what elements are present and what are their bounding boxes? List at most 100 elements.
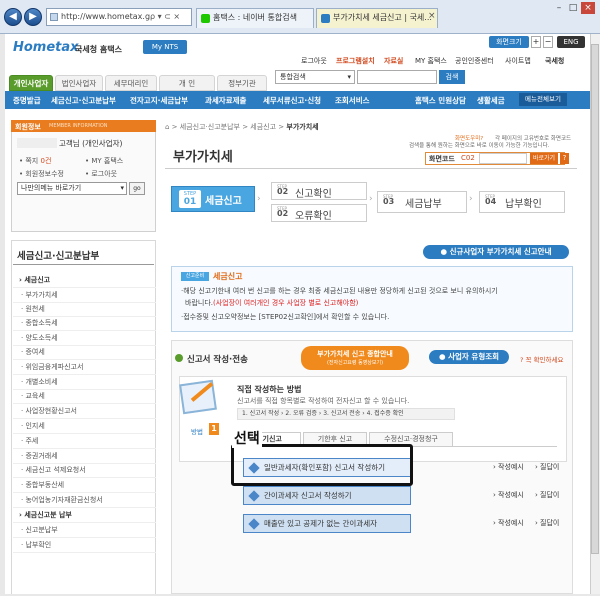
sales-only-simple-taxpayer-button[interactable]: 매출만 있고 공제가 없는 간이과세자 xyxy=(243,514,411,533)
sidebar-item[interactable]: › 세금신고분 납부 xyxy=(19,510,72,520)
qna-link[interactable]: › 질답이 xyxy=(535,490,559,500)
new-business-guide-button[interactable]: ● 신규사업자 부가가치세 신고안내 xyxy=(423,245,569,259)
member-edit-link[interactable]: • 회원정보수정 xyxy=(19,169,64,179)
nav-tax-application[interactable]: 세무서류신고·신청 xyxy=(263,95,321,106)
selection-highlight-box xyxy=(231,444,413,486)
sidebar-item[interactable]: · 사업장현황신고서 xyxy=(21,406,77,416)
new-biz-label: 신규사업자 부가가치세 신고안내 xyxy=(449,247,552,256)
sidebar-item[interactable]: · 증권거래세 xyxy=(21,451,58,461)
screen-code-go-button[interactable]: 바로가기 xyxy=(530,153,558,164)
go-button[interactable]: go xyxy=(129,182,145,195)
my-hometax-side-link[interactable]: • MY 홈택스 xyxy=(85,156,123,166)
tab-close-icon[interactable]: × xyxy=(428,11,436,21)
screen-code-help-icon[interactable]: ? xyxy=(560,153,569,164)
forward-button[interactable]: ▶ xyxy=(24,8,42,26)
tab-label: 홈택스 : 네이버 통합검색 xyxy=(213,13,297,22)
my-menu-select[interactable]: 나만의메뉴 바로가기 ▾ xyxy=(17,182,127,195)
biz-type-lookup-button[interactable]: ● 사업자 유형조회 xyxy=(429,350,509,364)
sidebar-item[interactable]: · 인지세 xyxy=(21,421,45,431)
tab-tax-agent[interactable]: 세무대리인 xyxy=(105,75,157,91)
tab-individual-business[interactable]: 개인사업자 xyxy=(9,75,53,91)
mynts-button[interactable]: My NTS xyxy=(143,40,187,54)
member-name: 고객님 (개인사업자) xyxy=(59,139,123,148)
sidebar-item[interactable]: · 증여세 xyxy=(21,347,45,357)
breadcrumb-item[interactable]: 세금신고 xyxy=(250,123,276,131)
chevron-down-icon: ▾ xyxy=(120,184,124,192)
simple-taxpayer-form-button[interactable]: 간이과세자 신고서 작성하기 xyxy=(243,486,411,505)
screen-code-prefix: C02 xyxy=(461,154,475,162)
address-controls[interactable]: ρ ▾ ⊂ × xyxy=(150,10,190,24)
divider xyxy=(13,330,156,331)
back-button[interactable]: ◀ xyxy=(4,8,22,26)
logout-side-link[interactable]: • 로그아웃 xyxy=(85,169,117,179)
tab-hometax[interactable]: 부가가치세 세금신고 | 국세... xyxy=(316,8,438,28)
sidebar-item-label: 세금신고 xyxy=(24,276,51,284)
example-label: 작성예시 xyxy=(498,463,524,471)
scrollbar-thumb[interactable] xyxy=(591,44,599,554)
sidebar-item[interactable]: · 부가가치세 xyxy=(21,290,58,300)
minimize-button[interactable]: – xyxy=(552,2,566,14)
sitemap-link[interactable]: 사이트맵 xyxy=(505,56,531,66)
search-scope-select[interactable]: 통합검색 ▾ xyxy=(275,70,355,84)
hometax-logo[interactable]: Hometax xyxy=(13,40,79,55)
sidebar-item[interactable]: · 농어업농기자재환금신청서 xyxy=(21,495,103,505)
my-hometax-link[interactable]: MY 홈택스 xyxy=(415,56,447,66)
sidebar-item[interactable]: · 원천세 xyxy=(21,304,45,314)
example-link[interactable]: › 작성예시 xyxy=(493,462,524,472)
nav-inquiry[interactable]: 조회서비스 xyxy=(335,95,370,106)
sidebar-item-label: 신고분납부 xyxy=(25,526,58,534)
sidebar-item-label: 위임금융게파신고서 xyxy=(25,363,84,371)
example-link[interactable]: › 작성예시 xyxy=(493,518,524,528)
qna-label: 질답이 xyxy=(540,519,560,527)
sidebar-item[interactable]: › 세금신고 xyxy=(19,275,50,285)
program-install-link[interactable]: 프로그램설치 xyxy=(336,56,375,66)
sidebar-item[interactable]: · 개별소비세 xyxy=(21,377,58,387)
close-window-button[interactable]: × xyxy=(581,2,595,14)
tab-government[interactable]: 정부기관 xyxy=(217,75,267,91)
example-link[interactable]: › 작성예시 xyxy=(493,490,524,500)
sidebar-item-label: 납부확인 xyxy=(25,541,52,549)
all-menu-button[interactable]: 메뉴전체보기 xyxy=(519,93,567,106)
home-icon[interactable]: ⌂ xyxy=(165,123,169,131)
sidebar-item[interactable]: · 납부확인 xyxy=(21,540,51,550)
sidebar-item[interactable]: · 양도소득세 xyxy=(21,333,58,343)
maximize-button[interactable]: □ xyxy=(566,2,580,14)
sidebar-item[interactable]: · 종합부동산세 xyxy=(21,480,64,490)
nav-certificates[interactable]: 증명발급 xyxy=(13,95,41,106)
nav-e-notice[interactable]: 전자고지·세금납부 xyxy=(130,95,188,106)
breadcrumb-item[interactable]: 세금신고·신고분납부 xyxy=(180,123,240,131)
tab-individual[interactable]: 개 인 xyxy=(159,75,215,91)
qna-link[interactable]: › 질답이 xyxy=(535,518,559,528)
logout-link[interactable]: 로그아웃 xyxy=(301,56,327,66)
nts-badge: 국세청 xyxy=(545,57,565,65)
divider xyxy=(13,477,156,478)
cert-center-link[interactable]: 공인인증센터 xyxy=(455,56,494,66)
sidebar-item[interactable]: · 세금신고 석제요청서 xyxy=(21,465,86,475)
zoom-out-button[interactable]: − xyxy=(543,36,553,48)
nav-life-tax[interactable]: 생활세금 xyxy=(477,95,505,106)
sidebar-item[interactable]: · 주세 xyxy=(21,436,38,446)
sidebar-item-label: 인지세 xyxy=(25,422,45,430)
vat-guide-button[interactable]: 부가가치세 신고 종합안내 (전자신고요령 동영상보기) xyxy=(301,346,409,370)
qna-link[interactable]: › 질답이 xyxy=(535,462,559,472)
nav-tax-data[interactable]: 과세자료제출 xyxy=(205,95,246,106)
sidebar-item[interactable]: · 종합소득세 xyxy=(21,318,58,328)
sidebar-item[interactable]: · 위임금융게파신고서 xyxy=(21,362,83,372)
notes-link[interactable]: • 쪽지 0건 xyxy=(19,156,51,166)
write-heading: 신고서 작성·전송 xyxy=(187,355,248,365)
nav-tax-filing[interactable]: 세금신고·신고분납부 xyxy=(51,95,116,106)
tab-corporate[interactable]: 법인사업자 xyxy=(55,75,103,91)
sidebar-item[interactable]: · 신고분납부 xyxy=(21,525,58,535)
step-number: 02 xyxy=(277,209,289,218)
sidebar-item[interactable]: · 교육세 xyxy=(21,391,45,401)
zoom-in-button[interactable]: + xyxy=(531,36,541,48)
tab-naver-search[interactable]: 홈택스 : 네이버 통합검색 xyxy=(196,8,314,28)
eng-button[interactable]: ENG xyxy=(557,36,585,48)
nav-civil-consult[interactable]: 홈택스 민원상담 xyxy=(415,95,466,106)
archive-link[interactable]: 자료실 xyxy=(384,56,403,66)
search-input[interactable] xyxy=(357,70,437,84)
screen-code-input[interactable] xyxy=(479,153,527,164)
search-button[interactable]: 검색 xyxy=(439,70,465,84)
divider xyxy=(13,359,156,360)
check-link[interactable]: ? 꼭 확인하세요 xyxy=(520,354,563,364)
